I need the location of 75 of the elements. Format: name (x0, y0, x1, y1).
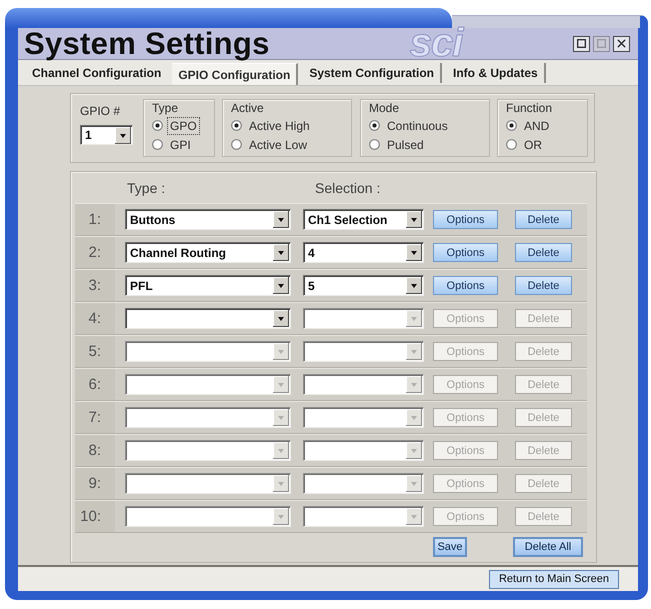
radio-label[interactable]: AND (521, 116, 552, 134)
save-button[interactable]: Save (433, 537, 467, 557)
radio-icon[interactable] (369, 120, 380, 131)
radio-icon[interactable] (152, 120, 163, 131)
dropdown-arrow-icon (115, 126, 131, 144)
group-title: Mode (369, 101, 400, 115)
window-title: System Settings (24, 28, 270, 60)
column-header: Selection : (315, 180, 380, 196)
selection-dropdown[interactable]: 5 (303, 275, 424, 296)
radio-label[interactable]: GPO (167, 116, 200, 134)
radio-icon[interactable] (152, 139, 163, 150)
gpio-dropdown[interactable]: 1 (80, 125, 133, 145)
square-icon (597, 39, 606, 48)
column-header: Type : (127, 180, 166, 196)
row-number: 6: (75, 369, 115, 400)
type-dropdown[interactable]: PFL (125, 275, 291, 296)
row-number: 8: (75, 435, 115, 466)
return-to-main-screen-button[interactable]: Return to Main Screen (489, 570, 619, 588)
selection-dropdown[interactable] (303, 506, 424, 527)
delete-button[interactable]: Delete (515, 210, 572, 229)
selection-dropdown[interactable]: Ch1 Selection (303, 209, 424, 230)
tab[interactable]: Channel Configuration (26, 63, 168, 83)
row-number: 1: (75, 204, 115, 235)
delete-button[interactable]: Delete (515, 276, 572, 295)
radio-label[interactable]: Active High (246, 116, 313, 134)
tab[interactable]: GPIO Configuration (172, 63, 298, 85)
type-dropdown[interactable] (125, 374, 291, 395)
row-number: 3: (75, 270, 115, 301)
delete-all-button[interactable]: Delete All (513, 537, 583, 557)
type-dropdown[interactable] (125, 341, 291, 362)
delete-button[interactable]: Delete (515, 243, 572, 262)
tab[interactable]: System Configuration (303, 63, 442, 83)
window-control-button[interactable] (613, 36, 630, 52)
radio-icon[interactable] (506, 120, 517, 131)
radio-label[interactable]: Pulsed (384, 136, 427, 154)
tab[interactable]: Info & Updates (447, 63, 546, 83)
type-dropdown[interactable] (125, 407, 291, 428)
type-dropdown[interactable] (125, 473, 291, 494)
row-number: 2: (75, 237, 115, 268)
gpio-label: GPIO # (80, 104, 120, 118)
radio-label[interactable]: Continuous (384, 116, 451, 134)
radio-label[interactable]: GPI (167, 136, 194, 154)
row-number: 5: (75, 336, 115, 367)
selection-dropdown[interactable] (303, 341, 424, 362)
selection-dropdown[interactable] (303, 440, 424, 461)
radio-label[interactable]: OR (521, 136, 545, 154)
type-dropdown[interactable] (125, 440, 291, 461)
selection-dropdown[interactable] (303, 374, 424, 395)
selection-dropdown[interactable] (303, 407, 424, 428)
options-button[interactable]: Options (433, 243, 498, 262)
square-icon (577, 39, 586, 48)
radio-icon[interactable] (369, 139, 380, 150)
row-number: 4: (75, 303, 115, 334)
group-title: Type (152, 101, 180, 115)
radio-icon[interactable] (506, 139, 517, 150)
row-number: 7: (75, 402, 115, 433)
close-icon (617, 39, 626, 48)
group-title: Active (231, 101, 265, 115)
selection-dropdown[interactable] (303, 473, 424, 494)
row-number: 10: (75, 501, 115, 532)
window-control-button[interactable] (573, 36, 590, 52)
row-number: 9: (75, 468, 115, 499)
radio-label[interactable]: Active Low (246, 136, 310, 154)
options-button[interactable]: Options (433, 210, 498, 229)
radio-icon[interactable] (231, 120, 242, 131)
selection-dropdown[interactable]: 4 (303, 242, 424, 263)
group-title: Function (506, 101, 554, 115)
type-dropdown[interactable] (125, 506, 291, 527)
type-dropdown[interactable]: Buttons (125, 209, 291, 230)
logo: sci (410, 28, 462, 59)
type-dropdown[interactable]: Channel Routing (125, 242, 291, 263)
type-dropdown[interactable] (125, 308, 291, 329)
selection-dropdown[interactable] (303, 308, 424, 329)
options-button[interactable]: Options (433, 276, 498, 295)
radio-icon[interactable] (231, 139, 242, 150)
